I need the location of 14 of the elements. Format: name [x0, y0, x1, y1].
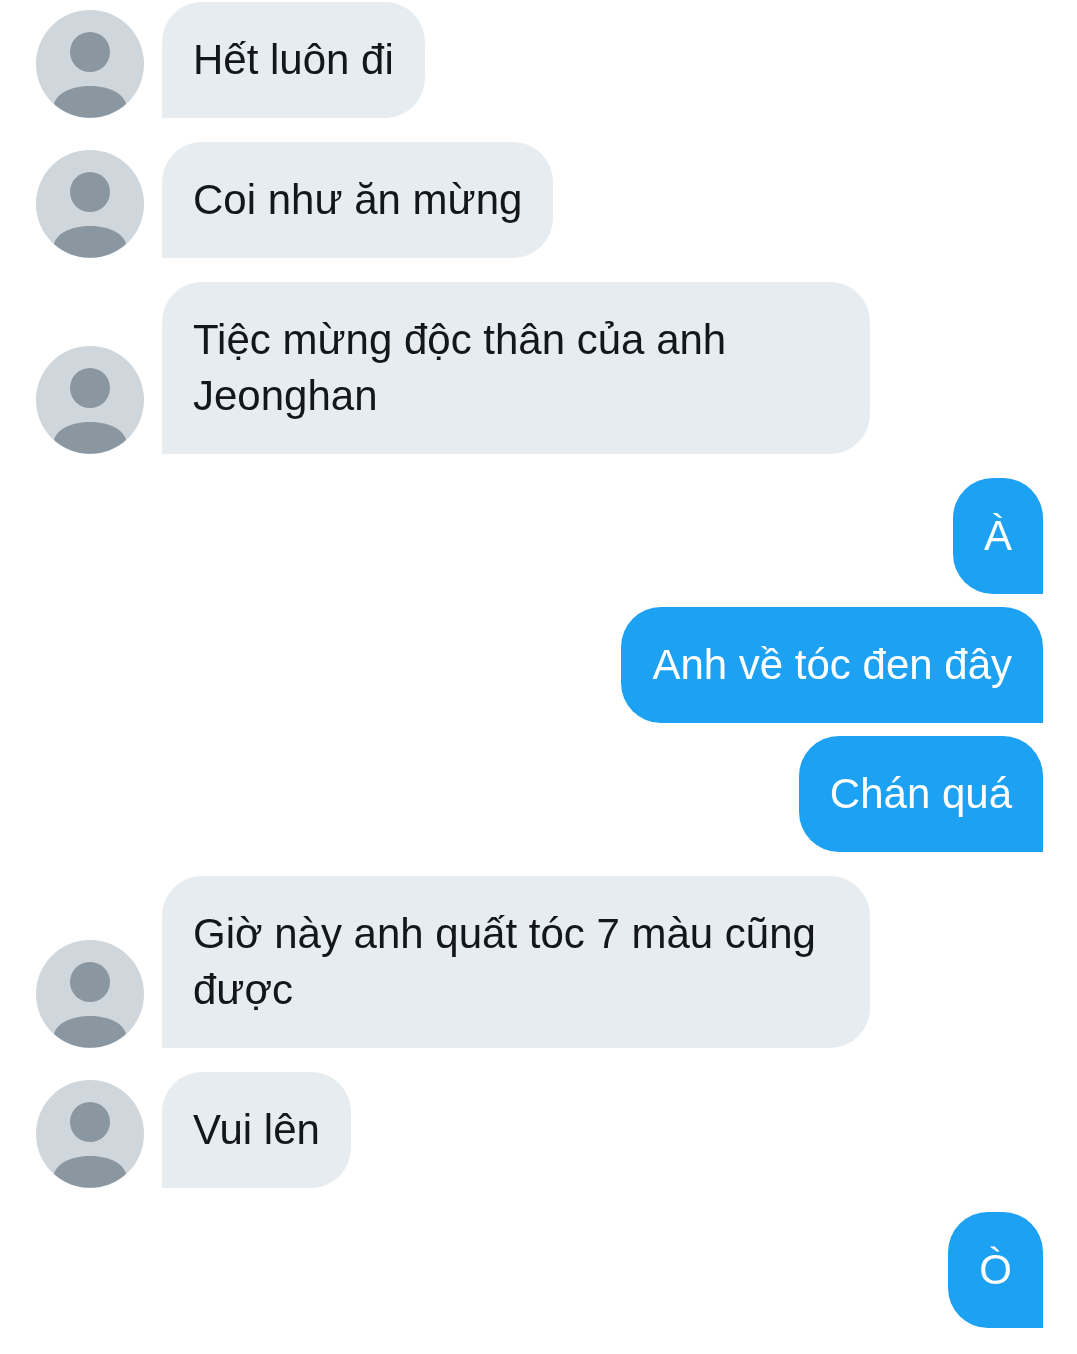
- message-bubble: À: [953, 478, 1043, 594]
- message-bubble: Giờ này anh quất tóc 7 màu cũng được: [162, 876, 870, 1048]
- message-bubble: Coi như ăn mừng: [162, 142, 554, 258]
- avatar-icon: [36, 150, 144, 258]
- avatar-icon: [36, 10, 144, 118]
- message-bubble: Vui lên: [162, 1072, 351, 1188]
- message-bubble: Anh về tóc đen đây: [621, 607, 1043, 723]
- message-bubble: Chán quá: [798, 736, 1043, 852]
- message-bubble: Ò: [948, 1212, 1043, 1328]
- avatar-icon: [36, 940, 144, 1048]
- avatar-icon: [36, 1080, 144, 1188]
- message-bubble: Tiệc mừng độc thân của anh Jeonghan: [162, 282, 870, 454]
- message-bubble: Hết luôn đi: [162, 2, 425, 118]
- avatar-icon: [36, 346, 144, 454]
